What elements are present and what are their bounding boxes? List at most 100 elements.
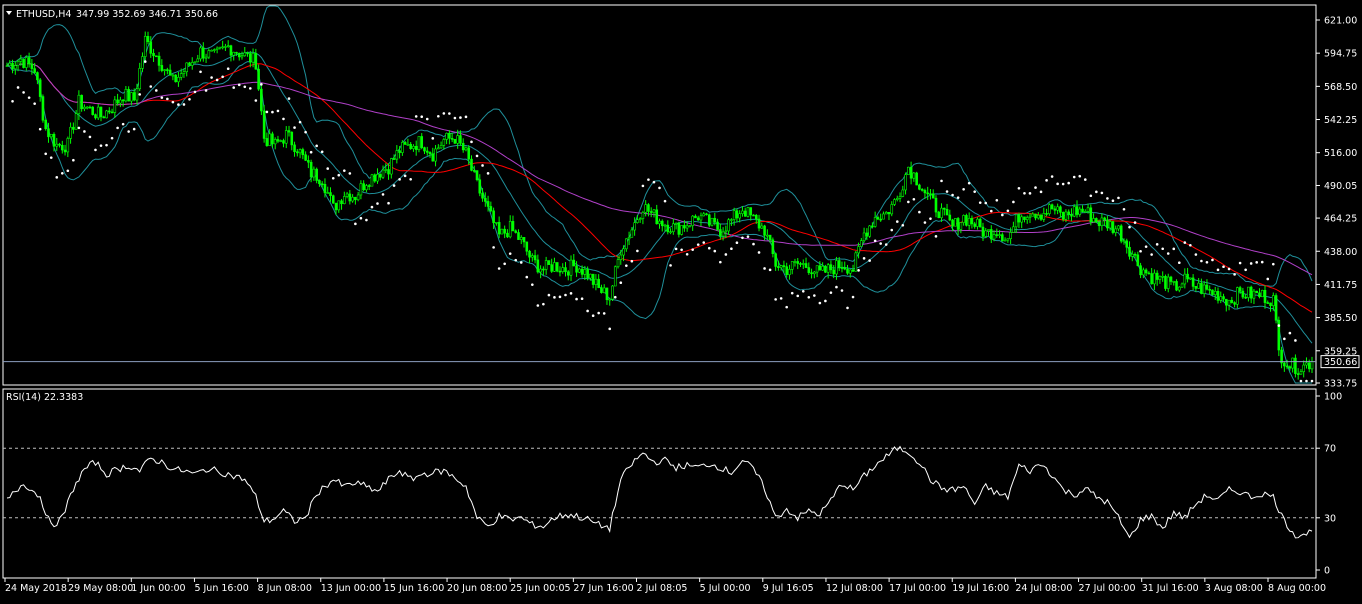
sar-dot	[801, 290, 805, 293]
candle-body	[575, 265, 578, 273]
candle-body	[202, 47, 205, 59]
sar-dot	[431, 137, 435, 140]
candle-body	[1294, 357, 1297, 374]
price-tick-label: 516.00	[1324, 148, 1357, 159]
candle-body	[660, 220, 664, 227]
sar-dot	[1172, 247, 1176, 251]
candle-body	[1224, 298, 1228, 306]
time-tick-label: 8 Jun 08:00	[258, 583, 312, 594]
sar-dot	[536, 304, 540, 307]
candle-body	[459, 135, 462, 144]
candle-body	[218, 46, 222, 49]
candle-body	[185, 62, 189, 73]
candle-body	[600, 287, 603, 293]
sar-dot	[271, 110, 274, 114]
candle-body	[461, 142, 465, 151]
sar-dot	[613, 295, 617, 299]
candle-body	[215, 47, 219, 50]
sar-dot	[1050, 175, 1054, 178]
candle-body	[691, 215, 694, 226]
candle-body	[1255, 290, 1259, 294]
sar-dot	[674, 247, 678, 251]
sar-dot	[359, 216, 363, 220]
candle-body	[887, 211, 891, 215]
candle-body	[1219, 296, 1223, 301]
time-tick-label: 1 Jun 00:00	[131, 583, 185, 594]
candle-body	[33, 68, 36, 73]
candle-body	[77, 94, 81, 115]
candle-body	[365, 185, 368, 191]
sar-dot	[1177, 261, 1181, 264]
candle-body	[113, 99, 117, 113]
candle-body	[370, 174, 374, 187]
candle-body	[381, 169, 385, 178]
candle-body	[464, 147, 468, 151]
candle-body	[940, 207, 943, 219]
candle-body	[378, 174, 382, 178]
candle-body	[622, 248, 625, 256]
sar-dot	[829, 291, 833, 294]
sar-dot	[862, 257, 866, 260]
candle-body	[818, 265, 822, 271]
candle-body	[196, 58, 200, 63]
sar-dot	[824, 299, 827, 303]
sar-dot	[398, 178, 401, 181]
candle-body	[1142, 269, 1145, 276]
candle-body	[472, 170, 476, 172]
sar-dot	[127, 130, 130, 133]
sar-dot	[978, 201, 982, 204]
sar-dot	[879, 242, 882, 245]
candle-body	[1186, 273, 1189, 280]
sar-dot	[420, 115, 424, 118]
candle-body	[428, 152, 432, 155]
candle-body	[1213, 290, 1217, 295]
candle-body	[500, 228, 504, 235]
sar-dot	[890, 228, 894, 232]
candle-body	[1130, 253, 1134, 257]
candle-body	[417, 136, 421, 150]
candle-body	[486, 201, 490, 207]
candle-body	[362, 183, 365, 191]
sar-dot	[293, 126, 296, 129]
candle-body	[1252, 290, 1256, 299]
sar-dot	[840, 289, 844, 292]
candle-body	[1106, 219, 1109, 229]
candle-body	[564, 267, 567, 273]
chart-window[interactable]: 621.00 594.75 568.50 542.25 516.00 490.05 464.…	[0, 0, 1362, 600]
price-tick-label: 411.75	[1324, 280, 1357, 291]
price-tick-label: 594.75	[1324, 49, 1357, 60]
sar-dot	[1150, 253, 1153, 256]
candle-body	[318, 180, 321, 185]
time-tick-label: 8 Aug 00:00	[1268, 583, 1326, 594]
sar-dot	[807, 296, 811, 299]
candle-body	[716, 221, 719, 230]
candle-body	[860, 240, 863, 247]
candle-body	[517, 232, 520, 240]
candle-body	[627, 237, 631, 240]
sar-dot	[663, 199, 667, 203]
candle-body	[907, 166, 910, 175]
sar-dot	[1083, 178, 1087, 181]
candle-body	[862, 232, 866, 241]
price-tick-label: 333.75	[1324, 379, 1357, 390]
sar-dot	[558, 295, 562, 299]
candle-body	[879, 218, 882, 221]
candle-body	[779, 265, 783, 268]
candle-body	[207, 50, 211, 58]
sar-dot	[1183, 241, 1187, 244]
candle-body	[1039, 215, 1043, 220]
candle-body	[1061, 212, 1065, 220]
candle-body	[1230, 299, 1234, 303]
sar-dot	[564, 293, 567, 297]
candle-body	[329, 192, 332, 196]
sar-dot	[735, 241, 739, 244]
candle-body	[478, 179, 482, 194]
price-tick-label: 385.50	[1324, 313, 1357, 324]
sar-dot	[531, 283, 534, 286]
sar-dot	[348, 172, 352, 175]
sar-dot	[337, 173, 341, 177]
candle-body	[1025, 217, 1029, 220]
candle-body	[970, 218, 974, 225]
candle-body	[60, 145, 64, 151]
chart-canvas[interactable]: 621.00 594.75 568.50 542.25 516.00 490.05 464.…	[0, 0, 1362, 600]
